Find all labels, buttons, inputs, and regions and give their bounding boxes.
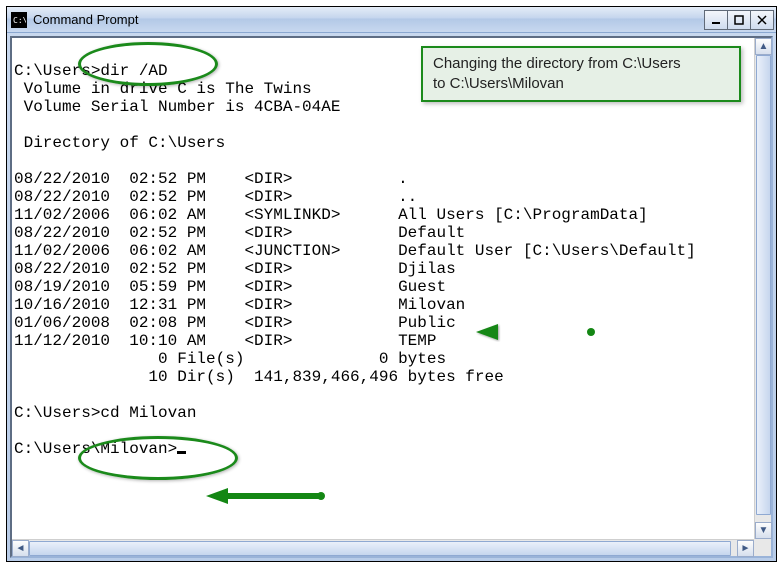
callout-line: to C:\Users\Milovan [433, 74, 729, 94]
window-title: Command Prompt [33, 12, 705, 27]
horizontal-scrollbar[interactable]: ◄ ► [12, 539, 754, 556]
app-icon: C:\ [11, 12, 27, 28]
command-prompt-window: C:\ Command Prompt C:\Users>dir /AD Volu… [6, 6, 777, 562]
scroll-corner [754, 539, 771, 556]
vertical-scroll-thumb[interactable] [756, 55, 771, 515]
scroll-down-button[interactable]: ▼ [755, 522, 772, 539]
console-output[interactable]: C:\Users>dir /AD Volume in drive C is Th… [12, 38, 771, 556]
annotation-callout: Changing the directory from C:\Users to … [421, 46, 741, 102]
scroll-left-button[interactable]: ◄ [12, 540, 29, 557]
cursor [177, 451, 186, 454]
maximize-button[interactable] [727, 10, 751, 30]
scroll-right-button[interactable]: ► [737, 540, 754, 557]
window-controls [705, 10, 774, 30]
titlebar[interactable]: C:\ Command Prompt [7, 7, 776, 33]
horizontal-scroll-thumb[interactable] [29, 541, 731, 556]
callout-line: Changing the directory from C:\Users [433, 54, 729, 74]
svg-text:C:\: C:\ [13, 16, 26, 25]
vertical-scrollbar[interactable]: ▲ ▼ [754, 38, 771, 539]
close-button[interactable] [750, 10, 774, 30]
minimize-button[interactable] [704, 10, 728, 30]
console-viewport: C:\Users>dir /AD Volume in drive C is Th… [10, 36, 773, 558]
scroll-up-button[interactable]: ▲ [755, 38, 772, 55]
